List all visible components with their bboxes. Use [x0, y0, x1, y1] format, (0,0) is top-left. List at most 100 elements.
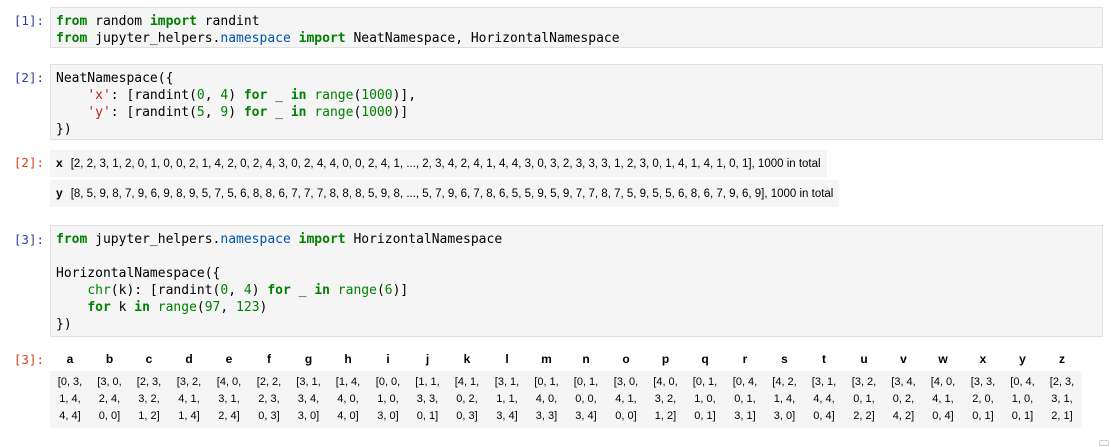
namespace-row-x: x [2, 2, 3, 1, 2, 0, 1, 0, 0, 2, 1, 4, 2,…: [50, 150, 827, 177]
code-token: jupyter_helpers.: [87, 232, 221, 247]
namespace-value: [2, 2, 3, 1, 2, 0, 1, 0, 0, 2, 1, 4, 2, …: [70, 158, 821, 170]
code-token: 1000: [361, 88, 393, 103]
column-header-p: p: [646, 347, 685, 371]
code-token: NeatNamespace, HorizontalNamespace: [345, 31, 620, 46]
column-header-m: m: [527, 347, 566, 371]
code-line: for k in range(97, 123): [56, 299, 1097, 316]
namespace-key: x: [56, 156, 63, 170]
column-header-x: x: [963, 347, 1003, 371]
cell-value-g: [3, 1, 3, 4, 3, 0]: [289, 371, 328, 428]
column-header-o: o: [606, 347, 646, 371]
cell-value-n: [0, 1, 0, 0, 3, 4]: [566, 371, 606, 428]
column-header-f: f: [249, 347, 289, 371]
input-prompt-3: [3]:: [13, 232, 44, 247]
cell-value-o: [3, 0, 4, 1, 0, 0]: [606, 371, 646, 428]
cell-value-y: [0, 4, 1, 0, 0, 1]: [1003, 371, 1042, 428]
resize-handle[interactable]: [1099, 440, 1109, 446]
code-token: }): [56, 317, 72, 332]
code-token: )]: [392, 105, 409, 120]
code-line: }): [56, 121, 1097, 138]
code-token: }): [56, 122, 72, 137]
code-token: namespace: [220, 31, 291, 46]
code-token: range: [157, 300, 197, 315]
code-token: jupyter_helpers.: [87, 31, 221, 46]
input-prompt-1: [1]:: [13, 13, 44, 28]
cell-value-q: [0, 1, 1, 0, 0, 1]: [685, 371, 725, 428]
code-token: in: [134, 300, 150, 315]
code-token: in: [290, 105, 307, 120]
code-token: (: [196, 300, 205, 315]
code-token: range: [337, 283, 377, 298]
code-token: randint: [196, 14, 260, 29]
cell-value-l: [3, 1, 1, 1, 3, 4]: [487, 371, 527, 428]
code-line: 'y': [randint(5, 9) for _ in range(1000)…: [56, 104, 1097, 121]
code-line: from random import randint: [56, 13, 1097, 30]
code-token: import: [298, 31, 346, 46]
code-token: HorizontalNamespace({: [56, 266, 221, 281]
column-header-c: c: [129, 347, 169, 371]
code-cell-2[interactable]: NeatNamespace({ 'x': [randint(0, 4) for …: [50, 64, 1103, 140]
code-cell-3[interactable]: from jupyter_helpers.namespace import Ho…: [50, 225, 1103, 337]
column-header-z: z: [1042, 347, 1082, 371]
code-token: from: [56, 31, 88, 46]
cell-value-v: [3, 4, 0, 2, 4, 2]: [884, 371, 923, 428]
code-token: import: [298, 232, 346, 247]
code-token: )],: [392, 88, 417, 103]
column-header-s: s: [765, 347, 804, 371]
code-line: from jupyter_helpers.namespace import Ho…: [56, 231, 1097, 248]
column-header-l: l: [487, 347, 527, 371]
code-line: NeatNamespace({: [56, 70, 1097, 87]
code-token: for: [267, 283, 291, 298]
code-token: 1000: [361, 105, 393, 120]
code-token: ,: [228, 283, 244, 298]
code-token: _: [267, 105, 291, 120]
column-header-y: y: [1003, 347, 1042, 371]
code-cell-1[interactable]: from random import randint from jupyter_h…: [50, 7, 1103, 48]
column-header-b: b: [90, 347, 129, 371]
table-row: [0, 3, 1, 4, 4, 4] [3, 0, 2, 4, 0, 0] [2, …: [50, 371, 1082, 428]
cell-value-e: [4, 0, 3, 1, 2, 4]: [209, 371, 249, 428]
code-token: ,: [220, 300, 237, 315]
column-header-n: n: [566, 347, 606, 371]
cell-value-f: [2, 2, 2, 3, 0, 3]: [249, 371, 289, 428]
cell-value-s: [4, 2, 1, 4, 3, 0]: [765, 371, 804, 428]
column-header-w: w: [923, 347, 963, 371]
cell-value-i: [0, 0, 1, 0, 3, 0]: [368, 371, 408, 428]
code-token: ): [228, 88, 244, 103]
cell-value-x: [3, 3, 2, 0, 0, 1]: [963, 371, 1003, 428]
code-token: for: [243, 105, 268, 120]
code-token: (k): [randint(: [110, 283, 221, 298]
column-header-v: v: [884, 347, 923, 371]
cell-value-w: [4, 0, 4, 1, 0, 4]: [923, 371, 963, 428]
cell-value-h: [1, 4, 4, 0, 4, 0]: [328, 371, 368, 428]
code-token: k: [110, 300, 135, 315]
input-prompt-2: [2]:: [13, 70, 44, 85]
column-header-u: u: [844, 347, 884, 371]
output-prompt-3: [3]:: [13, 352, 44, 367]
code-token: _: [267, 88, 291, 103]
column-header-j: j: [408, 347, 447, 371]
namespace-key: y: [56, 186, 63, 200]
code-token: NeatNamespace({: [56, 71, 174, 86]
code-token: in: [290, 88, 307, 103]
code-line: from jupyter_helpers.namespace import Ne…: [56, 30, 1097, 47]
column-header-t: t: [804, 347, 844, 371]
cell-value-a: [0, 3, 1, 4, 4, 4]: [50, 371, 90, 428]
cell-value-m: [0, 1, 4, 0, 3, 3]: [527, 371, 566, 428]
code-line: chr(k): [randint(0, 4) for _ in range(6)…: [56, 282, 1097, 299]
code-token: in: [314, 283, 330, 298]
code-token: HorizontalNamespace: [345, 232, 503, 247]
cell-value-j: [1, 1, 3, 3, 0, 1]: [408, 371, 447, 428]
output-prompt-2: [2]:: [13, 155, 44, 170]
code-token: from: [56, 14, 88, 29]
column-header-k: k: [447, 347, 487, 371]
code-token: ,: [204, 105, 221, 120]
